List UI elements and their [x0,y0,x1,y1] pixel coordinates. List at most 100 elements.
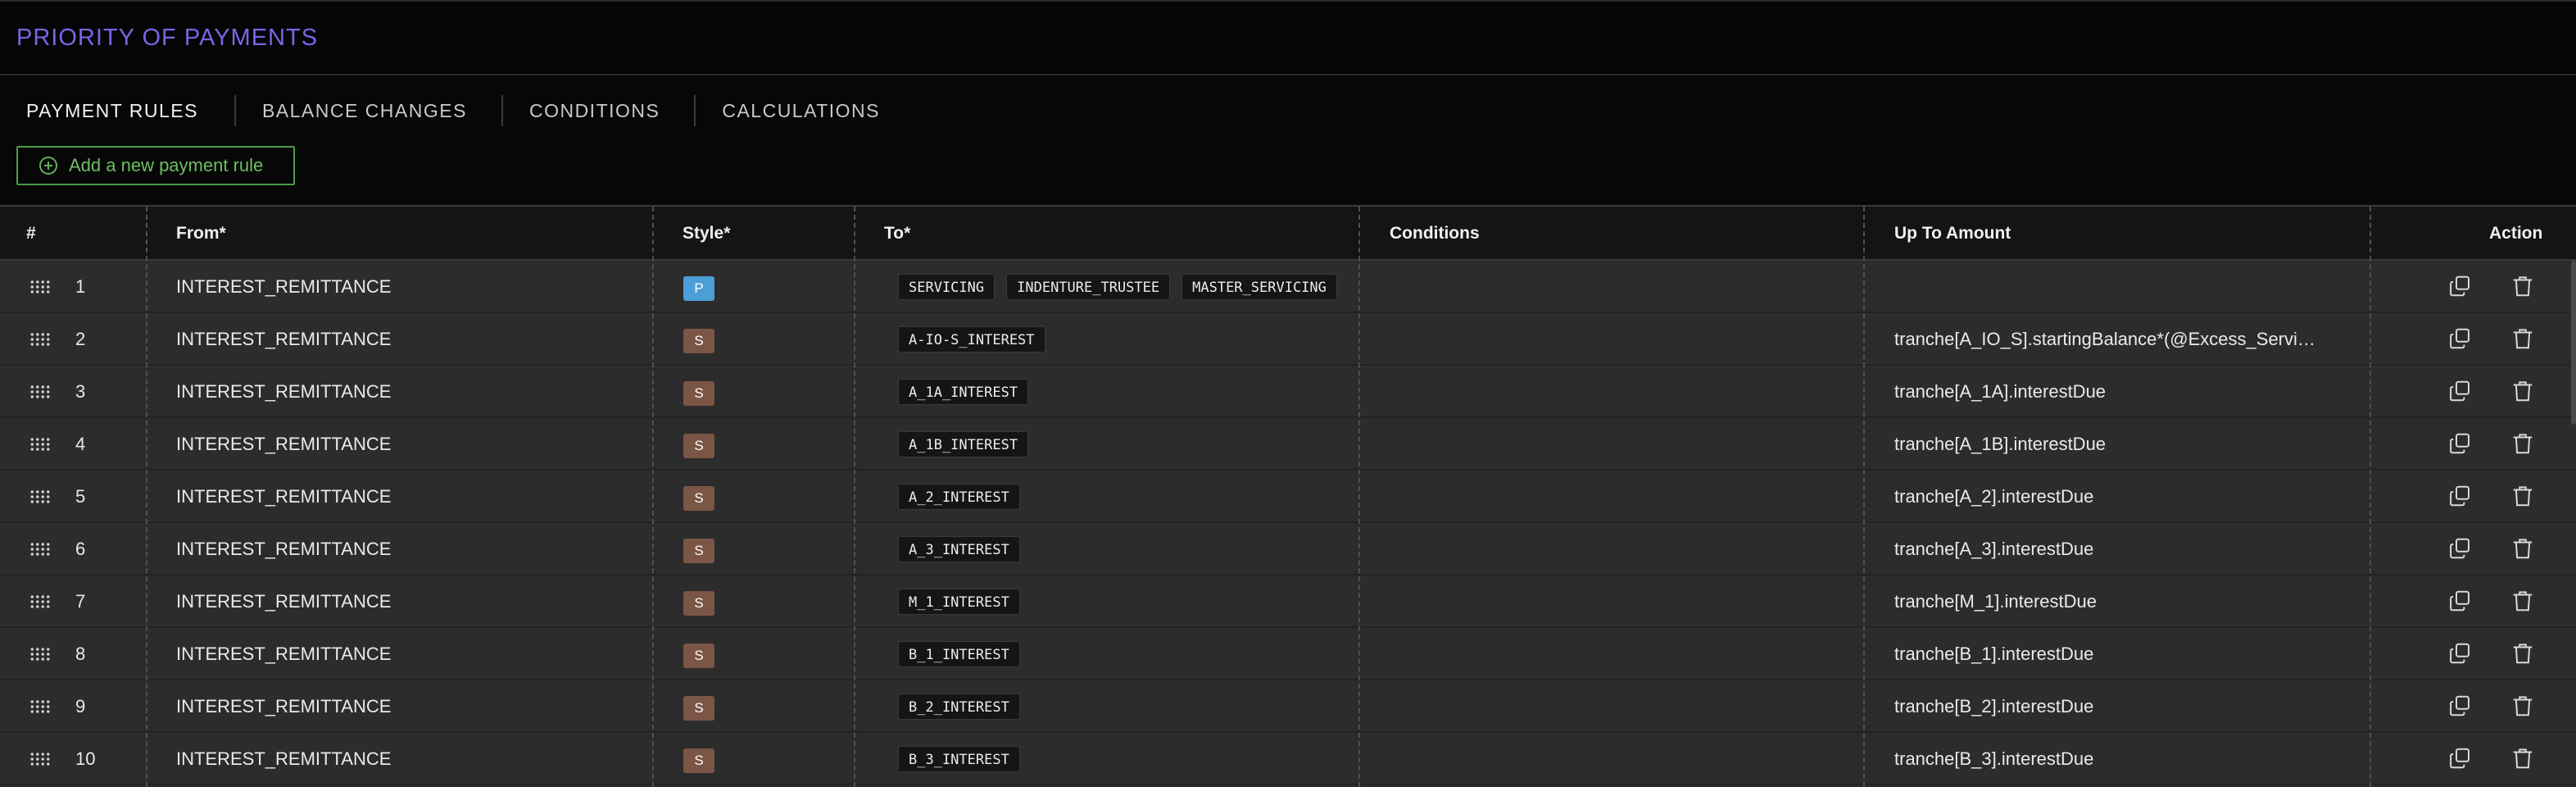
copy-icon[interactable] [2448,641,2473,666]
conditions-cell[interactable] [1390,628,1848,680]
to-tag[interactable]: B_1_INTEREST [898,641,1020,667]
table-row[interactable]: 3 INTEREST_REMITTANCE S A_1A_INTEREST tranch… [0,366,2576,418]
to-cell[interactable]: B_1_INTEREST [898,628,1358,680]
conditions-cell[interactable] [1390,418,1848,471]
conditions-cell[interactable] [1390,733,1848,785]
to-cell[interactable]: A_2_INTEREST [898,471,1358,523]
up-to-amount-cell[interactable]: tranche[B_1].interestDue [1894,628,2353,680]
to-cell[interactable]: A_1A_INTEREST [898,366,1358,418]
to-tag[interactable]: B_2_INTEREST [898,694,1020,720]
trash-icon[interactable] [2510,641,2535,666]
to-cell[interactable]: B_2_INTEREST [898,680,1358,733]
to-cell[interactable]: A_1B_INTEREST [898,418,1358,471]
table-row[interactable]: 7 INTEREST_REMITTANCE S M_1_INTEREST tranche… [0,575,2576,628]
copy-icon[interactable] [2448,589,2473,613]
drag-handle-icon[interactable] [29,332,51,347]
from-cell[interactable]: INTEREST_REMITTANCE [176,680,391,733]
up-to-amount-cell[interactable]: tranche[A_1A].interestDue [1894,366,2353,418]
copy-icon[interactable] [2448,274,2473,298]
trash-icon[interactable] [2510,589,2535,613]
style-badge[interactable]: S [683,591,714,616]
trash-icon[interactable] [2510,746,2535,771]
add-payment-rule-button[interactable]: Add a new payment rule [16,146,295,185]
up-to-amount-cell[interactable]: tranche[A_3].interestDue [1894,523,2353,575]
to-tag[interactable]: INDENTURE_TRUSTEE [1006,274,1171,300]
to-tag[interactable]: SERVICING [898,274,995,300]
trash-icon[interactable] [2510,431,2535,456]
from-cell[interactable]: INTEREST_REMITTANCE [176,261,391,313]
to-tag[interactable]: B_3_INTEREST [898,746,1020,772]
up-to-amount-cell[interactable]: tranche[A_IO_S].startingBalance*(@Excess… [1894,313,2353,366]
conditions-cell[interactable] [1390,313,1848,366]
to-cell[interactable]: A-IO-S_INTEREST [898,313,1358,366]
copy-icon[interactable] [2448,694,2473,718]
up-to-amount-cell[interactable]: tranche[B_2].interestDue [1894,680,2353,733]
tab-conditions[interactable]: CONDITIONS [503,93,694,128]
to-tag[interactable]: A_1A_INTEREST [898,379,1029,405]
drag-handle-icon[interactable] [29,752,51,767]
drag-handle-icon[interactable] [29,542,51,557]
trash-icon[interactable] [2510,274,2535,298]
copy-icon[interactable] [2448,484,2473,508]
table-row[interactable]: 10 INTEREST_REMITTANCE S B_3_INTEREST tranch… [0,733,2576,785]
copy-icon[interactable] [2448,326,2473,351]
copy-icon[interactable] [2448,431,2473,456]
style-badge[interactable]: S [683,748,714,773]
to-tag[interactable]: A-IO-S_INTEREST [898,326,1045,353]
from-cell[interactable]: INTEREST_REMITTANCE [176,313,391,366]
up-to-amount-cell[interactable]: tranche[A_2].interestDue [1894,471,2353,523]
drag-handle-icon[interactable] [29,437,51,452]
from-cell[interactable]: INTEREST_REMITTANCE [176,628,391,680]
tab-payment-rules[interactable]: PAYMENT RULES [0,93,234,128]
to-cell[interactable]: M_1_INTEREST [898,575,1358,628]
drag-handle-icon[interactable] [29,280,51,294]
style-badge[interactable]: P [683,276,714,301]
scrollbar[interactable] [2571,261,2576,425]
drag-handle-icon[interactable] [29,594,51,609]
style-badge[interactable]: S [683,329,714,353]
to-cell[interactable]: SERVICING INDENTURE_TRUSTEE MASTER_SERVICI… [898,261,1358,313]
from-cell[interactable]: INTEREST_REMITTANCE [176,366,391,418]
to-cell[interactable]: A_3_INTEREST [898,523,1358,575]
table-row[interactable]: 5 INTEREST_REMITTANCE S A_2_INTEREST tranche… [0,471,2576,523]
style-badge[interactable]: S [683,696,714,721]
copy-icon[interactable] [2448,746,2473,771]
to-tag[interactable]: M_1_INTEREST [898,589,1020,615]
to-tag[interactable]: A_1B_INTEREST [898,431,1029,457]
up-to-amount-cell[interactable]: tranche[B_3].interestDue [1894,733,2353,785]
drag-handle-icon[interactable] [29,489,51,504]
drag-handle-icon[interactable] [29,647,51,662]
drag-handle-icon[interactable] [29,699,51,714]
trash-icon[interactable] [2510,694,2535,718]
tab-balance-changes[interactable]: BALANCE CHANGES [236,93,501,128]
table-row[interactable]: 8 INTEREST_REMITTANCE S B_1_INTEREST tranche… [0,628,2576,680]
table-row[interactable]: 9 INTEREST_REMITTANCE S B_2_INTEREST tranche… [0,680,2576,733]
trash-icon[interactable] [2510,484,2535,508]
conditions-cell[interactable] [1390,575,1848,628]
from-cell[interactable]: INTEREST_REMITTANCE [176,418,391,471]
up-to-amount-cell[interactable] [1894,261,2353,313]
trash-icon[interactable] [2510,379,2535,403]
drag-handle-icon[interactable] [29,384,51,399]
copy-icon[interactable] [2448,379,2473,403]
conditions-cell[interactable] [1390,680,1848,733]
to-tag[interactable]: A_2_INTEREST [898,484,1020,510]
style-badge[interactable]: S [683,381,714,406]
style-badge[interactable]: S [683,486,714,511]
table-row[interactable]: 4 INTEREST_REMITTANCE S A_1B_INTEREST tranch… [0,418,2576,471]
to-tag[interactable]: A_3_INTEREST [898,536,1020,562]
table-row[interactable]: 2 INTEREST_REMITTANCE S A-IO-S_INTEREST tran… [0,313,2576,366]
conditions-cell[interactable] [1390,366,1848,418]
tab-calculations[interactable]: CALCULATIONS [696,93,914,128]
from-cell[interactable]: INTEREST_REMITTANCE [176,523,391,575]
conditions-cell[interactable] [1390,471,1848,523]
up-to-amount-cell[interactable]: tranche[M_1].interestDue [1894,575,2353,628]
conditions-cell[interactable] [1390,523,1848,575]
from-cell[interactable]: INTEREST_REMITTANCE [176,733,391,785]
copy-icon[interactable] [2448,536,2473,561]
style-badge[interactable]: S [683,539,714,563]
trash-icon[interactable] [2510,536,2535,561]
conditions-cell[interactable] [1390,261,1848,313]
style-badge[interactable]: S [683,434,714,458]
table-row[interactable]: 6 INTEREST_REMITTANCE S A_3_INTEREST tranche… [0,523,2576,575]
